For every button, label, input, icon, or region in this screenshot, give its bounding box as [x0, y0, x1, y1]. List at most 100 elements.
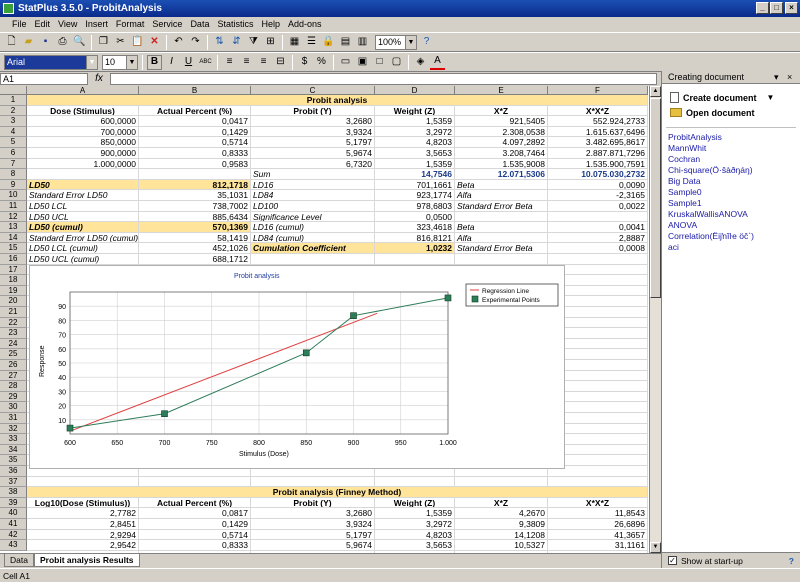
row-header[interactable]: 32 [0, 423, 27, 435]
cell[interactable]: Actual Percent (%) [139, 497, 251, 509]
table-icon[interactable]: ▦ [287, 35, 302, 50]
cell[interactable]: 3,2680 [251, 116, 375, 127]
cell[interactable] [251, 254, 375, 265]
cell[interactable]: 1.000,0000 [27, 158, 139, 170]
cell[interactable]: Probit analysis (Finney Method) [27, 487, 648, 498]
cell[interactable]: 3,5653 [375, 540, 455, 551]
recent-document-link[interactable]: Big Data [662, 176, 800, 187]
cell[interactable]: 2,8887 [548, 232, 648, 244]
row-header[interactable]: 19 [0, 285, 27, 297]
close-button[interactable]: × [785, 2, 798, 14]
cell[interactable]: 14,1208 [455, 529, 548, 541]
row-header[interactable]: 15 [0, 243, 27, 254]
cell[interactable]: 3,5653 [375, 148, 455, 159]
save-icon[interactable]: ▪ [38, 35, 53, 50]
cell[interactable]: 850,0000 [27, 137, 139, 148]
cell[interactable]: 923,1774 [375, 190, 455, 201]
cell[interactable]: 812,1718 [139, 179, 251, 191]
scroll-down-icon[interactable]: ▼ [650, 542, 661, 553]
cell[interactable] [548, 211, 648, 223]
cell[interactable] [27, 476, 139, 488]
cell[interactable]: LD84 (cumul) [251, 232, 375, 244]
fill-color-icon[interactable]: ◈ [413, 55, 428, 70]
row-header[interactable]: 37 [0, 476, 27, 488]
cell[interactable]: Alfa [455, 190, 548, 201]
cell[interactable]: 5,1797 [251, 529, 375, 541]
cell[interactable]: 2.887.871,7296 [548, 148, 648, 159]
cell[interactable]: 3.482.695,8617 [548, 137, 648, 148]
cell[interactable]: X*Z [455, 105, 548, 117]
row-header[interactable]: 14 [0, 232, 27, 244]
cell[interactable]: 1,5359 [375, 158, 455, 170]
row-header[interactable]: 28 [0, 381, 27, 392]
border-outline-icon[interactable]: ▣ [355, 55, 370, 70]
menu-file[interactable]: File [8, 17, 31, 32]
recent-document-link[interactable]: ANOVA [662, 220, 800, 231]
align-center-icon[interactable]: ≡ [239, 55, 254, 70]
redo-icon[interactable]: ↷ [188, 35, 203, 50]
cell[interactable]: 14,7546 [375, 169, 455, 180]
font-select[interactable]: Arial ▼ [4, 54, 98, 70]
cell[interactable]: Weight (Z) [375, 105, 455, 117]
undo-icon[interactable]: ↶ [171, 35, 186, 50]
recent-document-link[interactable]: aci [662, 242, 800, 253]
font-size-select[interactable]: 10 ▼ [102, 54, 138, 70]
paste-icon[interactable]: 📋 [130, 35, 145, 50]
row-header[interactable]: 4 [0, 126, 27, 138]
menu-format[interactable]: Format [112, 17, 149, 32]
row-header[interactable]: 7 [0, 158, 27, 170]
cell[interactable]: 0,9583 [139, 158, 251, 170]
cell[interactable]: 0,1429 [139, 126, 251, 138]
cell[interactable]: 688,1712 [139, 254, 251, 265]
row-header[interactable]: 39 [0, 497, 27, 509]
row-header[interactable]: 6 [0, 148, 27, 159]
cell[interactable]: 1.535,9008 [455, 158, 548, 170]
row-header[interactable]: 12 [0, 211, 27, 223]
new-file-icon[interactable]: 🗋 [4, 35, 19, 50]
cell[interactable]: LD100 [251, 201, 375, 212]
cell[interactable] [455, 211, 548, 223]
help-icon[interactable]: ? [789, 553, 794, 569]
row-header[interactable]: 22 [0, 317, 27, 329]
cell[interactable]: Beta [455, 222, 548, 233]
zoom-select[interactable]: 100% ▼ [375, 34, 417, 50]
row-header[interactable]: 1 [0, 95, 27, 106]
cell[interactable]: LD50 (cumul) [27, 222, 139, 233]
cell[interactable]: 31,1161 [548, 540, 648, 551]
cell[interactable]: 3.208,7464 [455, 148, 548, 159]
insert-icon[interactable]: ⊞ [263, 35, 278, 50]
menu-statistics[interactable]: Statistics [213, 17, 257, 32]
row-header[interactable]: 35 [0, 455, 27, 466]
cell[interactable]: 0,0500 [375, 211, 455, 223]
cell-reference-box[interactable]: A1 [0, 72, 88, 85]
lock-icon[interactable]: 🔒 [321, 35, 336, 50]
row-header[interactable]: 43 [0, 540, 27, 551]
cell[interactable] [139, 169, 251, 180]
cell[interactable]: 0,8333 [139, 148, 251, 159]
row-header[interactable]: 13 [0, 222, 27, 233]
row-header[interactable]: 5 [0, 137, 27, 148]
cell[interactable]: Log10(Dose (Stimulus)) [27, 497, 139, 509]
menu-view[interactable]: View [54, 17, 81, 32]
cell[interactable]: 4,8203 [375, 529, 455, 541]
cell[interactable]: 2,8451 [27, 519, 139, 530]
cell[interactable]: 3,9324 [251, 519, 375, 530]
border-box-icon[interactable]: □ [372, 55, 387, 70]
cell[interactable]: 552.924,2733 [548, 116, 648, 127]
close-icon[interactable]: × [787, 71, 792, 84]
column-header[interactable]: D [375, 86, 455, 95]
minimize-button[interactable]: _ [756, 2, 769, 14]
cell[interactable]: 12.071,5306 [455, 169, 548, 180]
cell[interactable]: 452,1026 [139, 243, 251, 254]
cell[interactable]: -2,3165 [548, 190, 648, 201]
cell[interactable]: 5,1797 [251, 137, 375, 148]
cell[interactable]: 9,3809 [455, 519, 548, 530]
copy-icon[interactable]: ❐ [96, 35, 111, 50]
menu-service[interactable]: Service [148, 17, 186, 32]
italic-icon[interactable]: I [164, 55, 179, 70]
row-header[interactable]: 17 [0, 264, 27, 276]
cell[interactable]: 900,0000 [27, 148, 139, 159]
cell[interactable]: Weight (Z) [375, 497, 455, 509]
row-header[interactable]: 16 [0, 254, 27, 265]
cell[interactable] [251, 476, 375, 488]
